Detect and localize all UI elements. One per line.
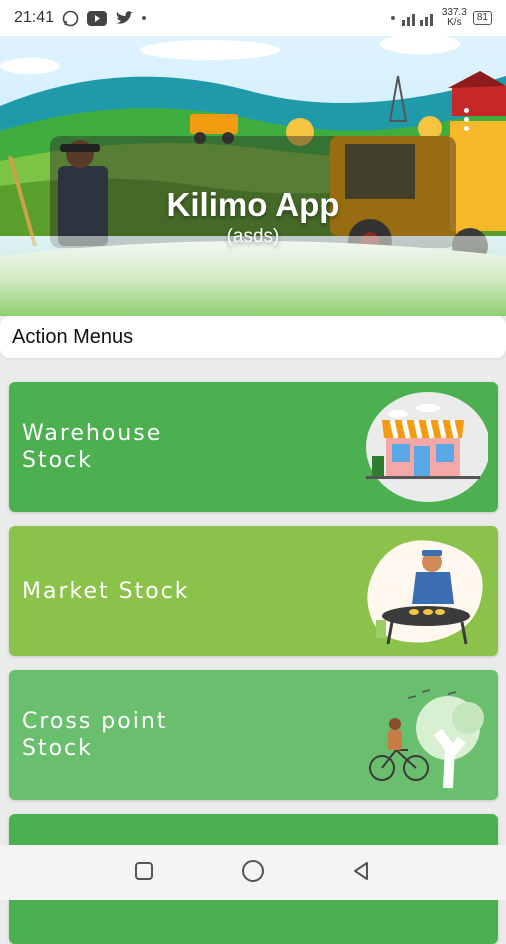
alarm-dot-icon	[390, 15, 396, 21]
whatsapp-icon	[62, 10, 79, 27]
network-speed-unit: K/s	[447, 17, 462, 28]
battery-icon: 81	[472, 11, 492, 25]
status-time: 21:41	[14, 9, 55, 26]
network-speed: 337.3 K/s	[442, 8, 467, 28]
card-label: Cross point Stock	[22, 708, 167, 762]
section-header: Action Menus	[0, 316, 506, 358]
card-label: Market Stock	[22, 578, 190, 605]
back-button[interactable]	[351, 860, 373, 886]
title-block: Kilimo App (asds)	[0, 186, 506, 248]
card-label-line2: Stock	[22, 736, 93, 761]
app-title: Kilimo App	[166, 186, 340, 223]
warehouse-stock-card[interactable]: Warehouse Stock	[9, 382, 498, 512]
market-vendor-illustration	[367, 540, 483, 645]
card-label: Warehouse Stock	[22, 420, 162, 474]
system-navigation-bar	[0, 845, 506, 900]
card-label-line2: Stock	[22, 448, 93, 473]
app-subtitle: (asds)	[226, 226, 280, 247]
status-bar: 21:41 337.3 K/s 81	[0, 0, 506, 36]
notification-dot-icon	[141, 15, 147, 21]
warehouse-shop-illustration	[366, 392, 488, 502]
cyclist-tree-illustration	[369, 689, 484, 789]
signal-icon	[401, 10, 436, 26]
twitter-icon	[115, 10, 134, 26]
card-label-line1: Cross point	[22, 709, 168, 734]
overflow-menu-icon[interactable]	[464, 108, 470, 135]
recent-apps-button[interactable]	[133, 860, 155, 886]
card-label-line1: Warehouse	[22, 421, 163, 446]
status-right: 337.3 K/s 81	[390, 8, 492, 28]
status-left: 21:41	[14, 9, 147, 27]
farm-landscape-illustration	[0, 36, 506, 316]
battery-level: 81	[476, 12, 488, 23]
card-label-line1: Market Stock	[22, 579, 190, 604]
header-banner: Kilimo App (asds)	[0, 36, 506, 316]
youtube-icon	[87, 10, 108, 26]
market-stock-card[interactable]: Market Stock	[9, 526, 498, 656]
home-button[interactable]	[240, 858, 266, 888]
section-title: Action Menus	[12, 326, 134, 348]
cross-point-stock-card[interactable]: Cross point Stock	[9, 670, 498, 800]
